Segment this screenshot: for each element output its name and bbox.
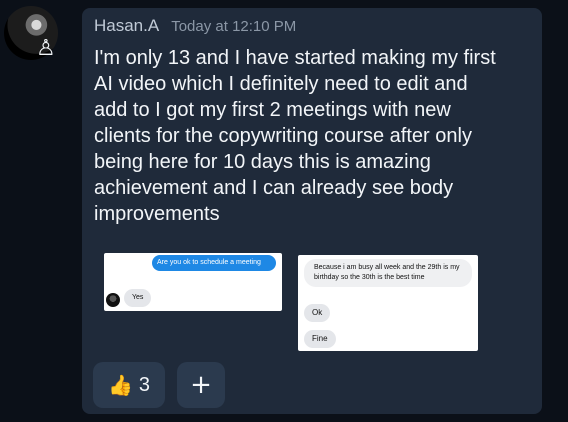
- thumbs-up-reaction-button[interactable]: 👍 3: [93, 362, 165, 408]
- timestamp: Today at 12:10 PM: [171, 18, 297, 35]
- chat-bubble-yes: Yes: [124, 289, 152, 307]
- author-name[interactable]: Hasan.A: [94, 16, 159, 36]
- attachment-image[interactable]: Because i am busy all week and the 29th …: [298, 255, 478, 351]
- reaction-count: 3: [138, 373, 151, 396]
- thumbs-up-icon: 👍: [107, 373, 133, 397]
- chat-bubble-question: Are you ok to schedule a meeting: [152, 255, 276, 271]
- add-reaction-button[interactable]: +: [177, 362, 225, 408]
- attachment-image[interactable]: Are you ok to schedule a meeting Yes: [104, 253, 282, 311]
- message-text: I'm only 13 and I have started making my…: [94, 47, 496, 225]
- chat-avatar: [106, 293, 120, 307]
- plus-icon: +: [190, 370, 212, 400]
- chat-bubble-reason: Because i am busy all week and the 29th …: [304, 259, 472, 287]
- person-icon: ♙: [36, 36, 56, 61]
- chat-bubble-ok: Ok: [304, 304, 331, 322]
- message-header: Hasan.A Today at 12:10 PM: [94, 16, 296, 36]
- chat-bubble-fine: Fine: [304, 330, 336, 348]
